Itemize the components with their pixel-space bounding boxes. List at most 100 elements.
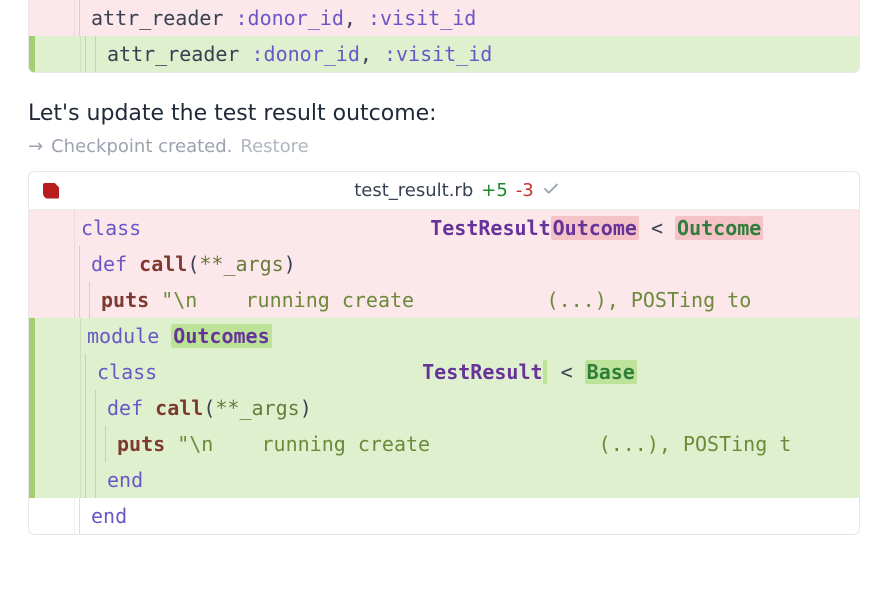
token: call xyxy=(139,252,187,276)
checkpoint-text: Checkpoint created. xyxy=(51,136,232,157)
token: :visit_id xyxy=(384,42,492,66)
filename: test_result.rb xyxy=(354,180,473,201)
gutter xyxy=(35,354,81,390)
code-content: puts "\n running create (...), POSTing t xyxy=(111,426,859,462)
token: ( xyxy=(187,252,199,276)
token: :donor_id xyxy=(252,42,360,66)
indent-guide xyxy=(101,426,111,462)
diff-line: end xyxy=(29,498,859,534)
token: puts xyxy=(117,432,177,456)
diff-line: def call(**_args) xyxy=(29,390,859,426)
token: (...), POSTing to xyxy=(547,288,764,312)
token: running create xyxy=(197,288,414,312)
checkpoint-line: → Checkpoint created. Restore xyxy=(28,136,860,157)
token: running create xyxy=(213,432,430,456)
token xyxy=(157,360,422,384)
token: call xyxy=(155,396,203,420)
indent-guide xyxy=(81,462,91,498)
indent-guide xyxy=(91,462,101,498)
gutter xyxy=(35,36,81,72)
diff-rows: class TestResultOutcome < Outcomedef cal… xyxy=(29,210,859,534)
token: Outcomes xyxy=(171,324,271,348)
diff-line: class TestResultOutcome < Outcome xyxy=(29,210,859,246)
diff-line: puts "\n running create (...), POSTing t… xyxy=(29,282,859,318)
token: attr_reader xyxy=(91,6,236,30)
token: class xyxy=(81,216,141,240)
token: (...), POSTing t xyxy=(599,432,792,456)
token: :visit_id xyxy=(368,6,476,30)
code-content: attr_reader :donor_id, :visit_id xyxy=(101,36,859,72)
token: ( xyxy=(203,396,215,420)
indent-guide xyxy=(75,498,85,534)
indent-guide xyxy=(75,282,85,318)
token: end xyxy=(91,504,127,528)
diff-block-2: test_result.rb +5 -3 class TestResultOut… xyxy=(28,171,860,535)
indent-guide xyxy=(75,246,85,282)
token: **_args xyxy=(215,396,299,420)
restore-link[interactable]: Restore xyxy=(240,136,308,157)
diff-line: end xyxy=(29,462,859,498)
token: Base xyxy=(585,360,637,384)
token: Outcome xyxy=(675,216,763,240)
diff-line: puts "\n running create (...), POSTing t xyxy=(29,426,859,462)
code-content: def call(**_args) xyxy=(101,390,859,426)
token: ) xyxy=(284,252,296,276)
token xyxy=(430,432,599,456)
code-content: module Outcomes xyxy=(81,318,859,354)
token: "\n xyxy=(177,432,213,456)
indent-guide xyxy=(91,426,101,462)
token: end xyxy=(107,468,143,492)
indent-guide xyxy=(81,36,91,72)
code-content: attr_reader :donor_id, :visit_id xyxy=(85,0,859,36)
token: , xyxy=(344,6,368,30)
code-content: end xyxy=(85,498,859,534)
code-content: puts "\n running create (...), POSTing t… xyxy=(95,282,859,318)
indent-guide xyxy=(91,390,101,426)
gutter xyxy=(29,282,75,318)
token: :donor_id xyxy=(236,6,344,30)
token xyxy=(414,288,546,312)
deletions-count: -3 xyxy=(516,180,534,201)
code-content: class TestResult < Base xyxy=(91,354,859,390)
indent-guide xyxy=(81,354,91,390)
token: ) xyxy=(300,396,312,420)
gutter xyxy=(29,0,75,36)
gutter xyxy=(35,426,81,462)
diff-line: def call(**_args) xyxy=(29,246,859,282)
diff-header: test_result.rb +5 -3 xyxy=(29,172,859,210)
gutter xyxy=(29,210,75,246)
additions-count: +5 xyxy=(481,180,508,201)
gutter xyxy=(35,390,81,426)
token: TestResult xyxy=(422,360,542,384)
diff-line: attr_reader :donor_id, :visit_id xyxy=(29,0,859,36)
token: **_args xyxy=(199,252,283,276)
gutter xyxy=(35,318,81,354)
diff-rows: attr_reader :donor_id, :visit_idattr_rea… xyxy=(29,0,859,72)
token: module xyxy=(87,324,171,348)
arrow-icon: → xyxy=(28,136,43,157)
diff-line: class TestResult < Base xyxy=(29,354,859,390)
token: TestResult xyxy=(430,216,550,240)
diff-block-1: attr_reader :donor_id, :visit_idattr_rea… xyxy=(28,0,860,73)
diff-line: module Outcomes xyxy=(29,318,859,354)
token: "\n xyxy=(161,288,197,312)
token: attr_reader xyxy=(107,42,252,66)
check-icon xyxy=(542,180,560,201)
indent-guide xyxy=(85,282,95,318)
token: Outcome xyxy=(551,216,639,240)
indent-guide xyxy=(75,0,85,36)
indent-guide xyxy=(91,36,101,72)
gutter xyxy=(29,246,75,282)
token: < xyxy=(543,360,585,384)
diff-line: attr_reader :donor_id, :visit_id xyxy=(29,36,859,72)
code-content: class TestResultOutcome < Outcome xyxy=(75,210,859,246)
token: < xyxy=(639,216,675,240)
assistant-message: Let's update the test result outcome: xyxy=(28,101,860,126)
indent-guide xyxy=(81,426,91,462)
token: class xyxy=(97,360,157,384)
indent-guide xyxy=(81,390,91,426)
token: def xyxy=(91,252,139,276)
gutter xyxy=(29,498,75,534)
token: def xyxy=(107,396,155,420)
gutter xyxy=(35,462,81,498)
